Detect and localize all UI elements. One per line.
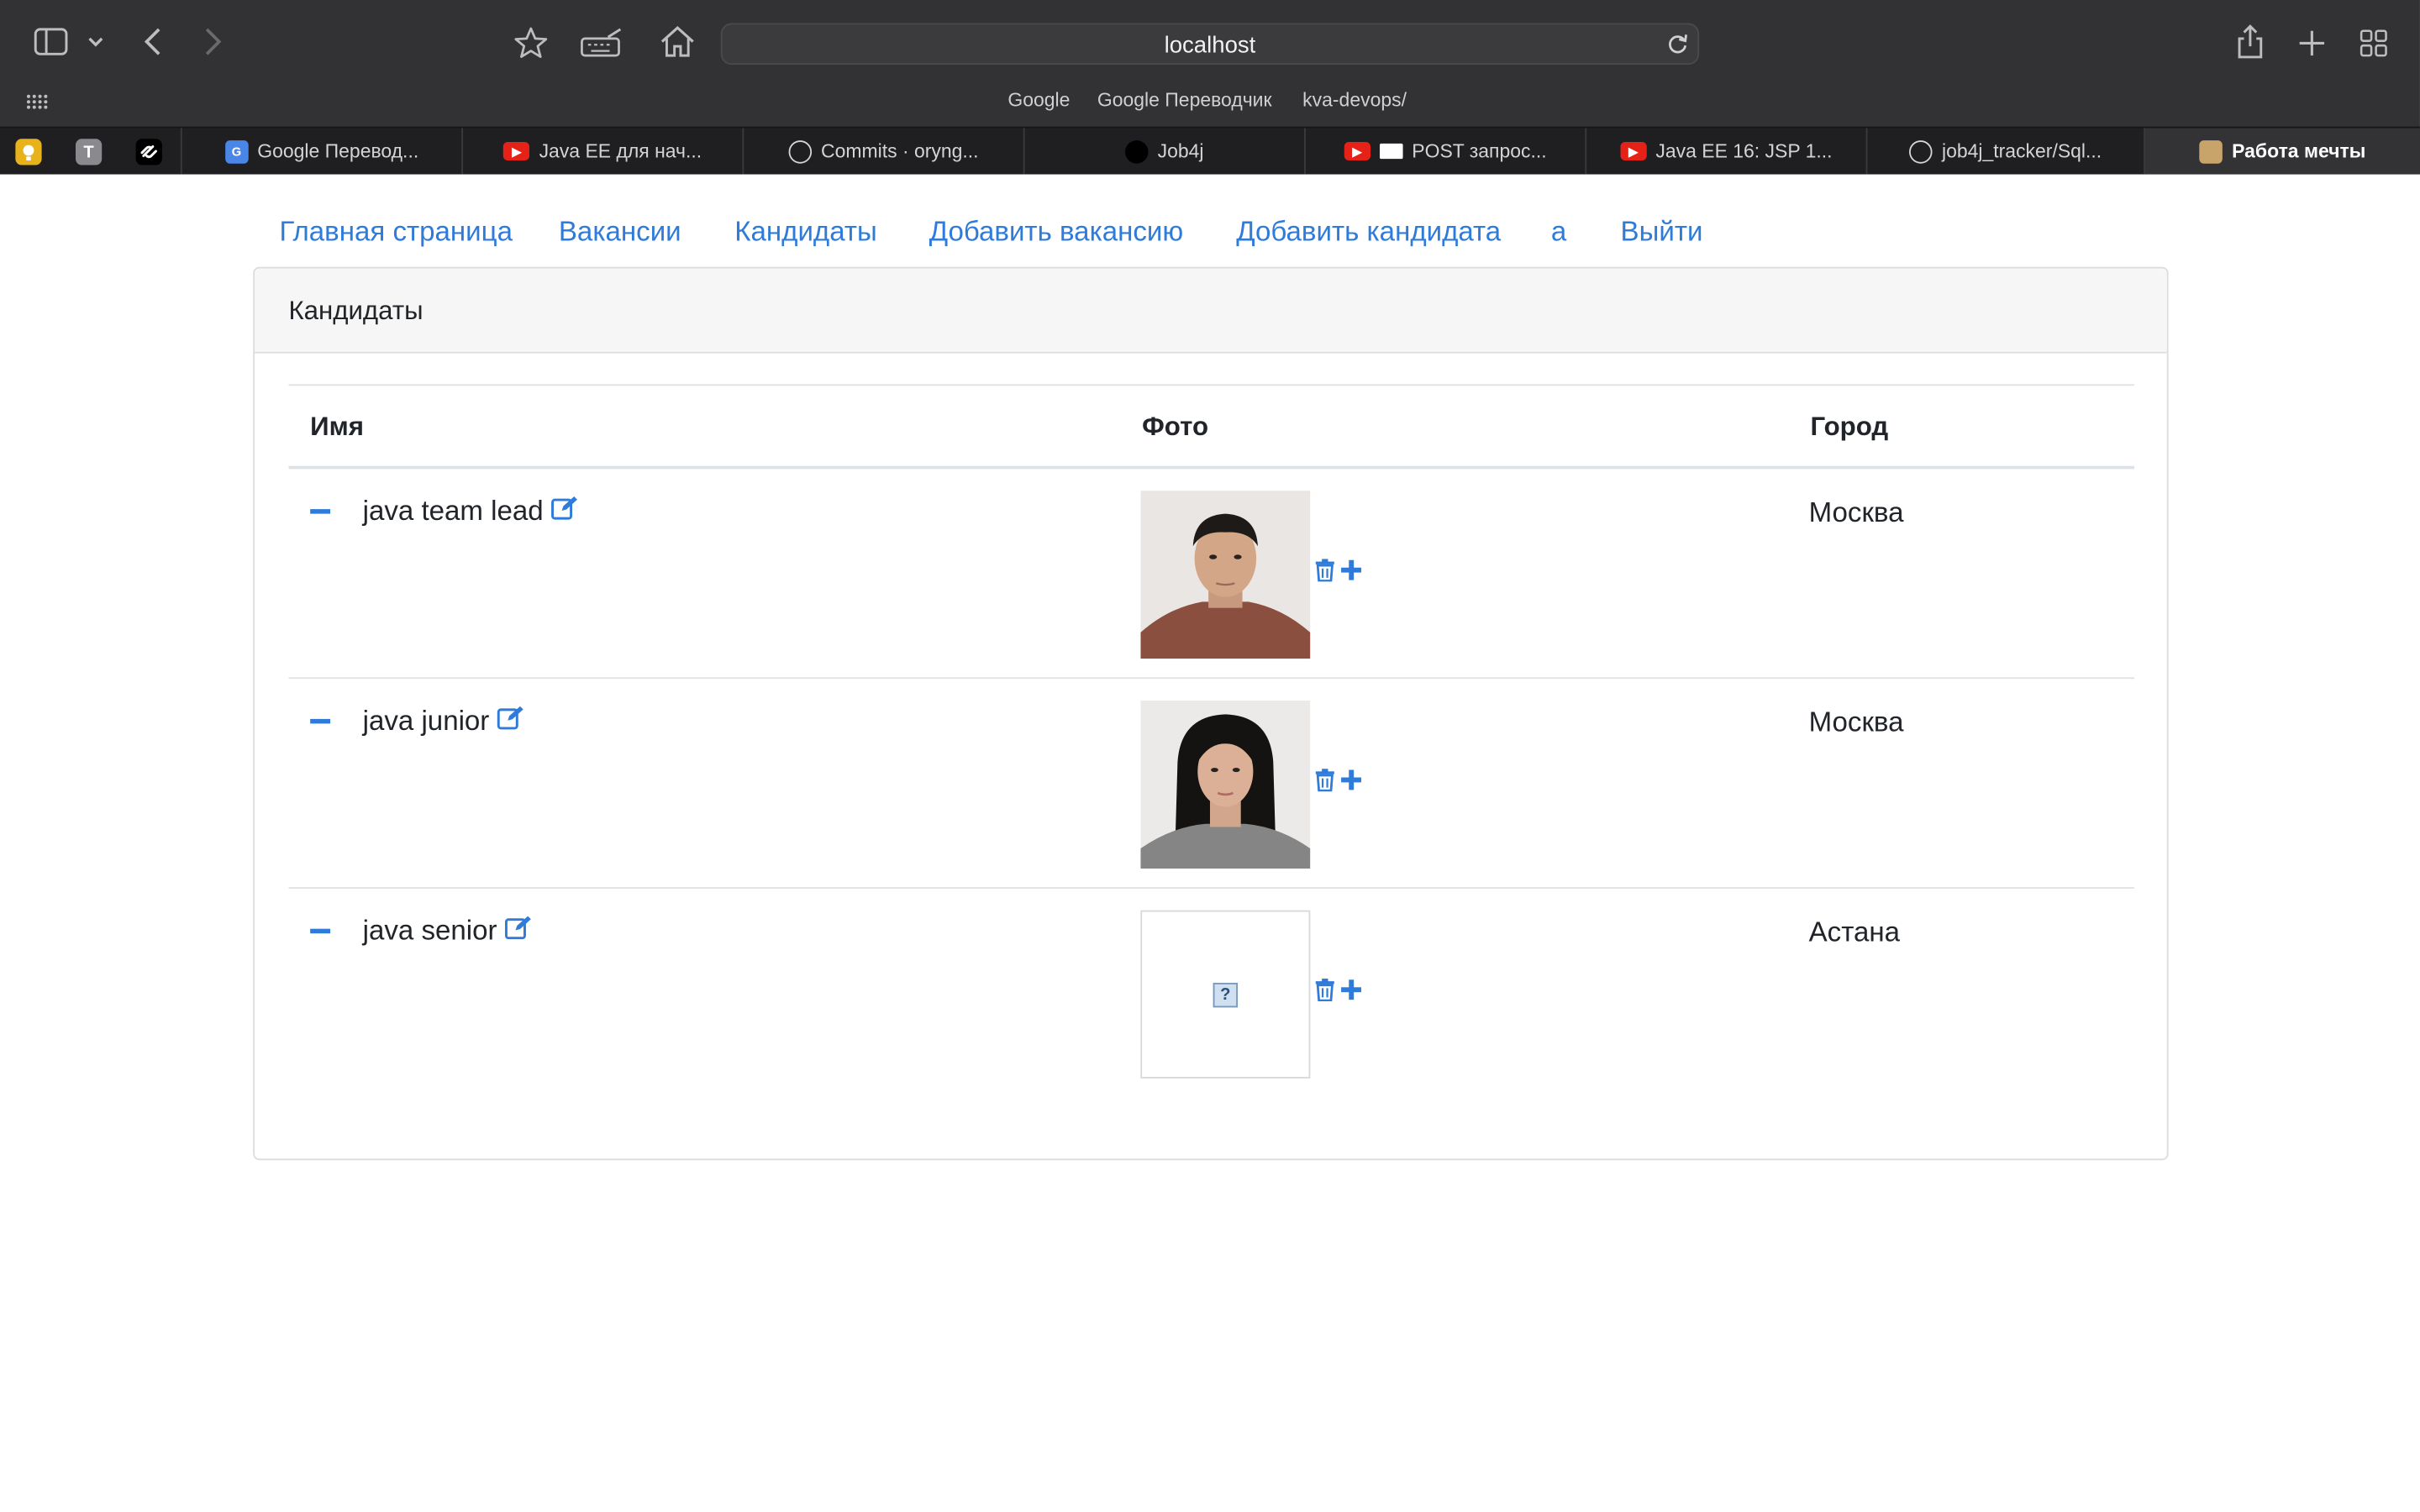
edit-icon[interactable]	[497, 705, 525, 738]
address-text: localhost	[1164, 32, 1256, 59]
bookmark-item[interactable]: Google	[1007, 90, 1070, 112]
candidate-photo	[1140, 491, 1311, 659]
reload-icon[interactable]	[1667, 33, 1689, 64]
site-favicon-icon	[2199, 139, 2223, 163]
column-header-city: Город	[1810, 412, 1889, 442]
youtube-icon: ▶	[1620, 141, 1647, 161]
chevron-down-icon[interactable]	[85, 31, 107, 53]
tab-title: Job4j	[1157, 140, 1204, 162]
photo-actions	[1315, 978, 1363, 1009]
tab-post-request[interactable]: ▶ POST запрос...	[1304, 128, 1585, 175]
tab-java-ee[interactable]: ▶ Java EE для нач...	[461, 128, 742, 175]
pinned-tab-bulb-icon[interactable]	[15, 139, 42, 165]
youtube-icon: ▶	[1344, 141, 1370, 161]
nav-user[interactable]: a	[1551, 216, 1566, 249]
bookmark-item[interactable]: kva-devops/	[1302, 90, 1407, 112]
tab-job4j[interactable]: Job4j	[1023, 128, 1304, 175]
table-header: Имя Фото Город	[288, 386, 2135, 470]
job4j-icon	[1125, 139, 1149, 163]
delete-candidate-icon[interactable]	[310, 928, 331, 934]
add-photo-icon[interactable]	[1339, 559, 1363, 590]
trash-icon[interactable]	[1315, 769, 1335, 800]
candidate-city: Москва	[1808, 706, 1904, 738]
address-bar[interactable]: localhost	[720, 23, 1700, 66]
nav-add-vacancy[interactable]: Добавить вакансию	[929, 216, 1184, 249]
card-title: Кандидаты	[288, 296, 424, 326]
tab-title: Google Перевод...	[257, 140, 419, 162]
tab-title: POST запрос...	[1412, 140, 1547, 162]
edit-icon[interactable]	[551, 496, 579, 528]
tab-java-ee-16[interactable]: ▶ Java EE 16: JSP 1...	[1585, 128, 1865, 175]
candidate-name: java team lead	[362, 495, 544, 527]
tab-overview-icon[interactable]	[2357, 26, 2391, 60]
delete-candidate-icon[interactable]	[310, 718, 331, 724]
tab-title: Java EE 16: JSP 1...	[1655, 140, 1833, 162]
apps-grid-icon[interactable]	[24, 91, 49, 113]
add-photo-icon[interactable]	[1339, 769, 1363, 800]
trash-icon[interactable]	[1315, 978, 1335, 1009]
sidebar-toggle-icon[interactable]	[31, 24, 71, 58]
photo-actions	[1315, 769, 1363, 800]
tab-rabota-mechty[interactable]: Работа мечты	[2144, 128, 2420, 175]
tab-job4j-tracker[interactable]: job4j_tracker/Sql...	[1865, 128, 2144, 175]
candidate-name-cell: java team lead	[363, 496, 579, 528]
tab-title: job4j_tracker/Sql...	[1941, 140, 2102, 162]
new-tab-icon[interactable]	[2295, 26, 2328, 60]
column-header-name: Имя	[310, 412, 364, 442]
github-icon	[788, 139, 812, 163]
nav-candidates[interactable]: Кандидаты	[734, 216, 877, 249]
tab-title: Java EE для нач...	[539, 140, 702, 162]
forward-icon[interactable]	[197, 26, 229, 57]
candidate-name: java junior	[362, 705, 490, 737]
delete-candidate-icon[interactable]	[310, 509, 331, 514]
bookmarks-bar: Google Google Переводчик kva-devops/	[0, 83, 2420, 120]
candidate-city: Астана	[1808, 916, 1901, 948]
tab-commits[interactable]: Commits · oryng...	[742, 128, 1023, 175]
candidate-photo-missing: ?	[1140, 910, 1311, 1079]
table-row: java team lead Москва	[288, 469, 2135, 680]
youtube-icon: ▶	[503, 141, 530, 161]
share-icon[interactable]	[2233, 22, 2267, 62]
tab-bar: T G Google Перевод... ▶ Java EE для нач.…	[0, 126, 2420, 175]
envelope-icon	[1379, 143, 1403, 160]
candidate-name-cell: java junior	[363, 705, 525, 738]
tab-title: Commits · oryng...	[821, 140, 979, 162]
table-row: java junior Москва	[288, 679, 2135, 889]
back-icon[interactable]	[137, 26, 168, 57]
nav-logout[interactable]: Выйти	[1621, 216, 1703, 249]
card-header: Кандидаты	[255, 268, 2167, 354]
keyboard-pen-icon[interactable]	[579, 26, 625, 60]
nav-vacancies[interactable]: Вакансии	[559, 216, 681, 249]
pinned-tab-t[interactable]: T	[75, 139, 103, 165]
photo-actions	[1315, 559, 1363, 590]
candidate-photo	[1140, 700, 1311, 869]
nav-home[interactable]: Главная страница	[279, 216, 513, 249]
edit-icon[interactable]	[505, 915, 533, 948]
candidate-name-cell: java senior	[363, 915, 533, 948]
google-translate-icon: G	[224, 139, 249, 163]
pinned-tab-link-icon[interactable]	[135, 139, 162, 165]
add-photo-icon[interactable]	[1339, 978, 1363, 1009]
bookmark-item[interactable]: Google Переводчик	[1097, 90, 1272, 112]
trash-icon[interactable]	[1315, 559, 1335, 590]
star-icon[interactable]	[513, 24, 550, 61]
github-icon	[1909, 139, 1933, 163]
candidates-card: Кандидаты Имя Фото Город java team lead	[253, 266, 2169, 1161]
tab-google-translate[interactable]: G Google Перевод...	[180, 128, 461, 175]
tab-title: Работа мечты	[2232, 140, 2366, 162]
browser-toolbar: localhost Google Google Переводчик kva-d…	[0, 0, 2420, 127]
nav-add-candidate[interactable]: Добавить кандидата	[1236, 216, 1501, 249]
candidate-name: java senior	[362, 915, 497, 946]
candidate-city: Москва	[1808, 496, 1904, 528]
home-icon[interactable]	[657, 24, 697, 60]
broken-image-icon: ?	[1213, 982, 1239, 1007]
column-header-photo: Фото	[1142, 412, 1209, 442]
table-row: java senior ? Астана	[288, 889, 2134, 1099]
candidates-table: Имя Фото Город java team lead Москва jav…	[288, 384, 2135, 1099]
